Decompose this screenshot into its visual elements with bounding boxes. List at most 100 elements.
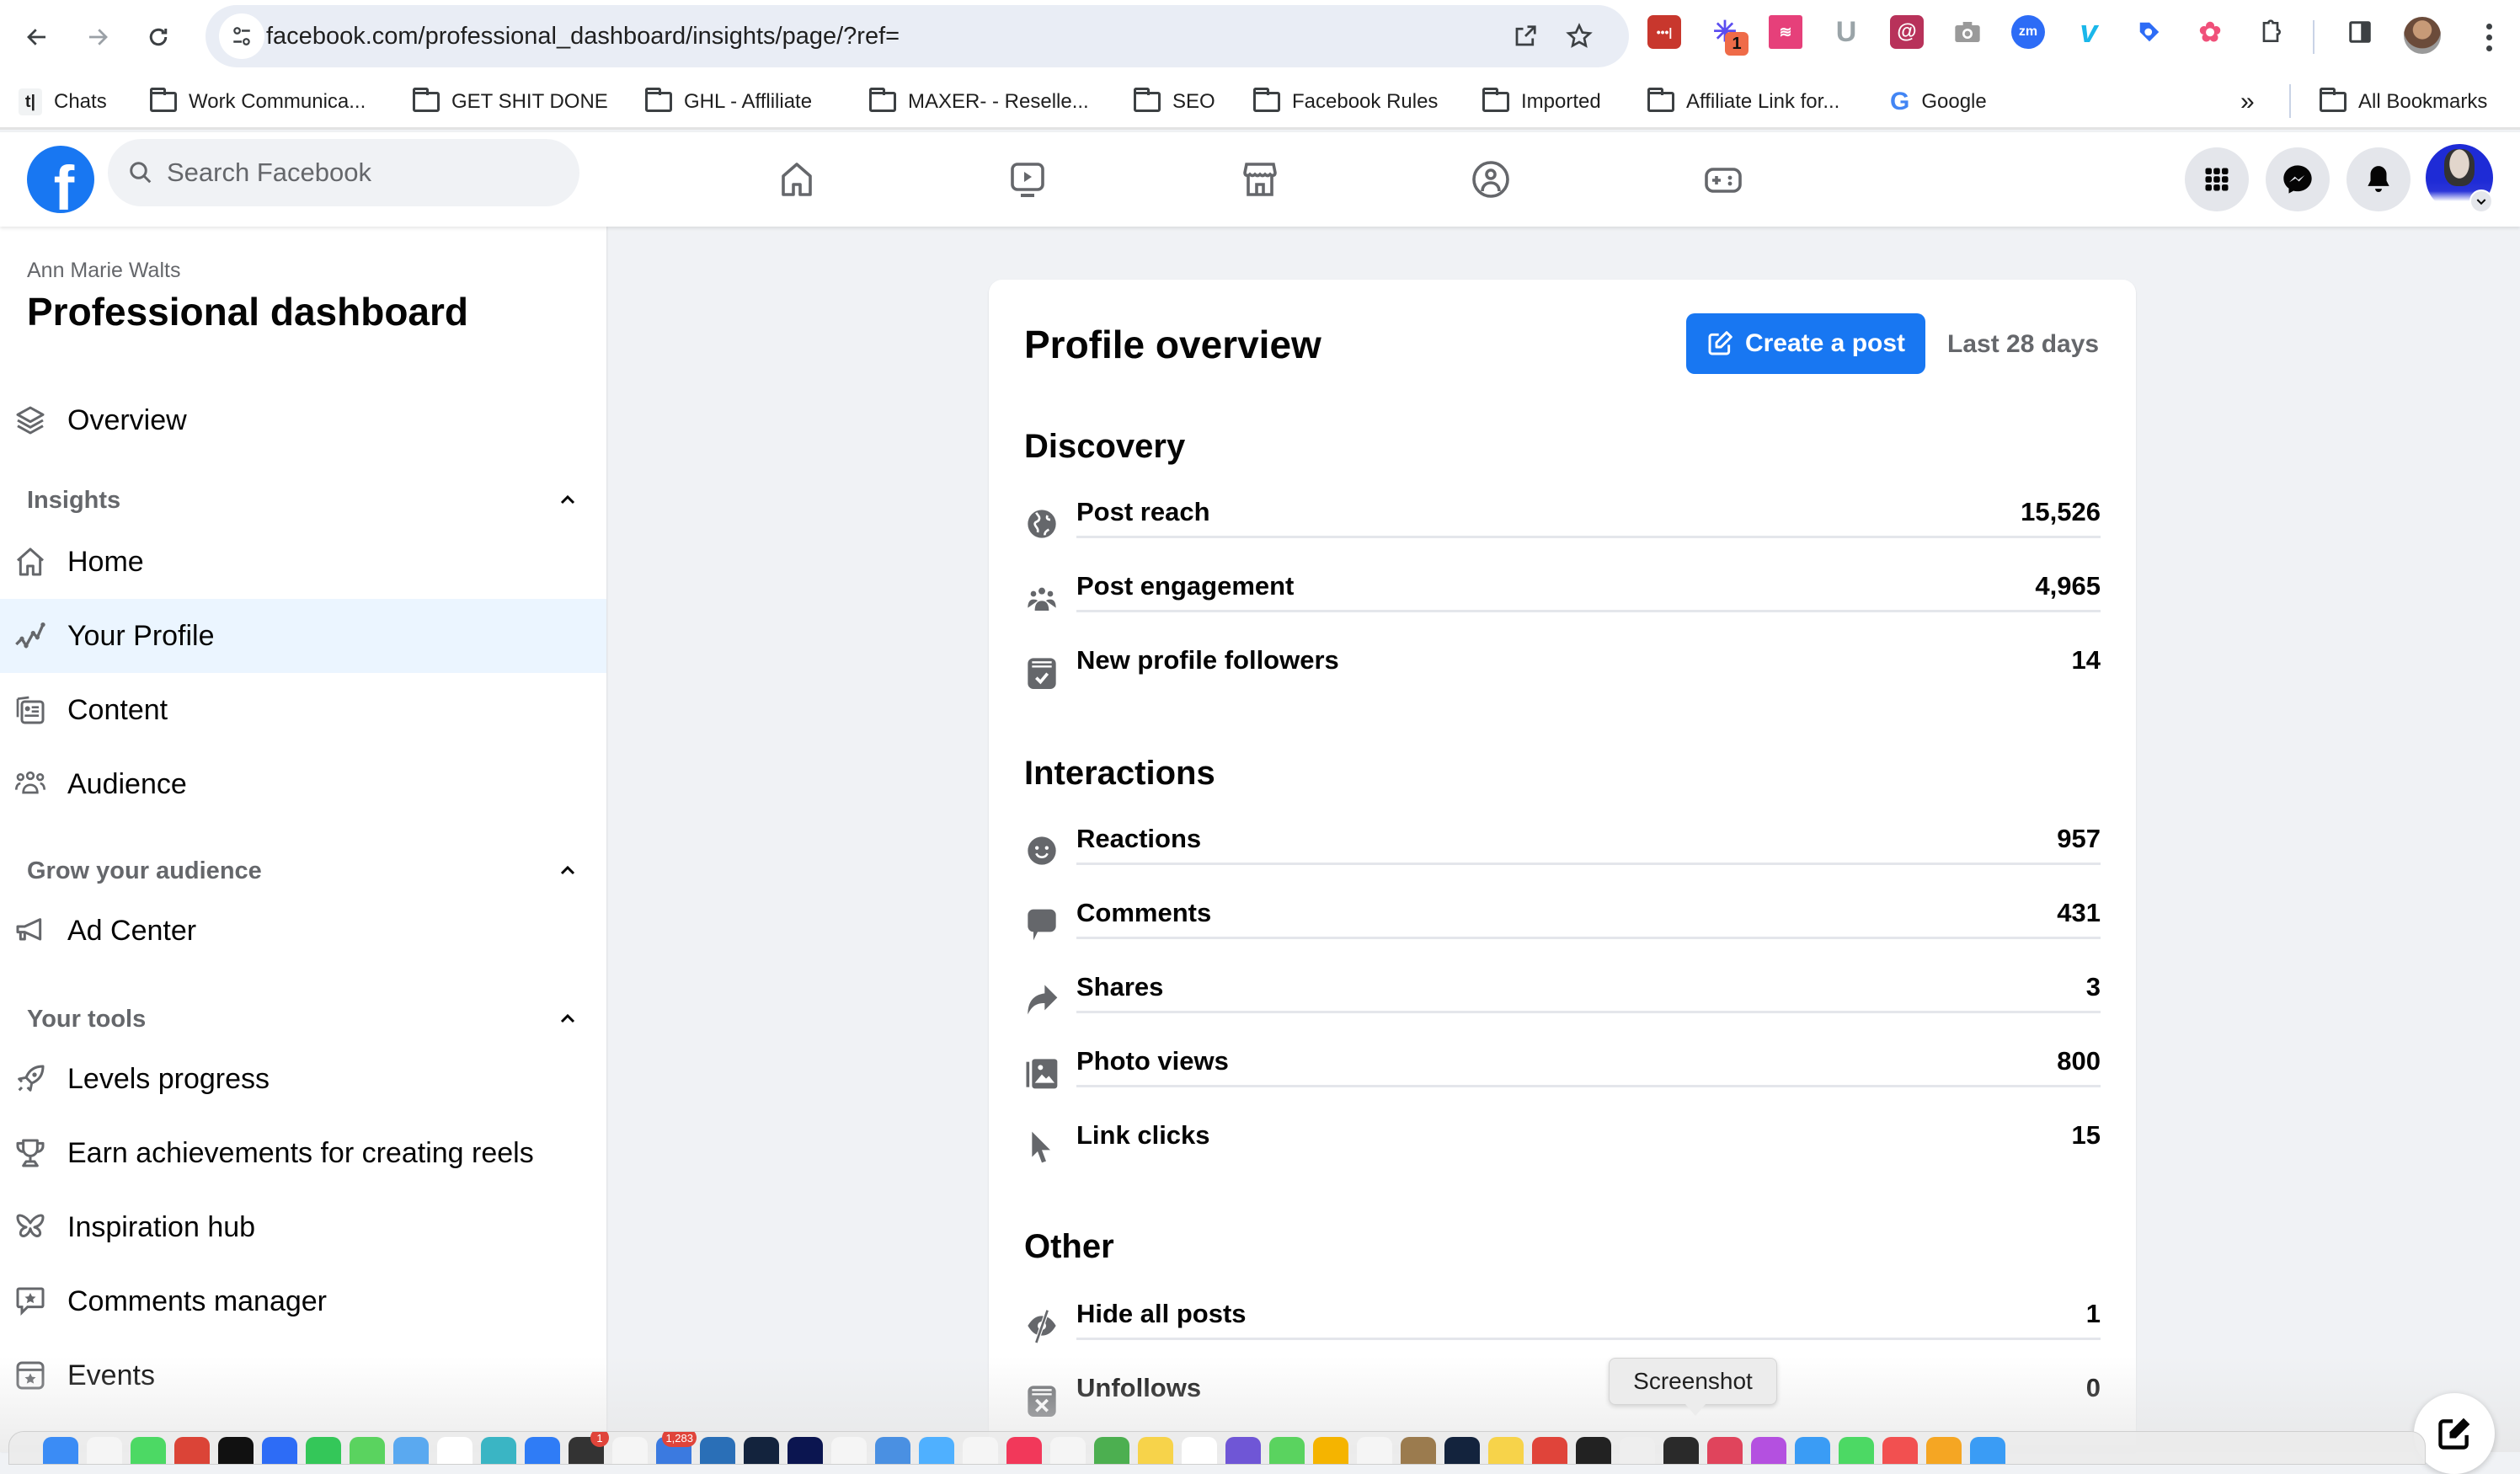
bookmark-folder[interactable]: Facebook Rules [1253,86,1438,118]
messenger-button[interactable] [2266,147,2330,211]
dock-app-terminal[interactable] [1576,1437,1611,1464]
sidebar-item-content[interactable]: Content [0,673,606,747]
bookmark-folder[interactable]: GET SHIT DONE [413,86,608,118]
chevron-up-icon[interactable] [556,1007,579,1031]
url-text[interactable]: facebook.com/professional_dashboard/insi… [266,5,900,67]
nav-marketplace[interactable] [1209,152,1311,206]
nav-groups[interactable] [1440,152,1541,206]
back-button[interactable] [15,15,59,59]
extensions-menu-button[interactable] [2254,15,2288,49]
reload-button[interactable] [136,15,180,59]
bookmarks-overflow-button[interactable]: » [2240,86,2255,118]
dock-app-capture[interactable] [1620,1437,1655,1464]
forward-button[interactable] [76,15,120,59]
flag-extension[interactable]: ≋ [1769,15,1802,49]
side-panel-button[interactable] [2343,15,2377,49]
search-input[interactable] [167,158,537,188]
metric-row[interactable]: Shares 3 [1024,967,2101,1041]
camera-extension[interactable] [1951,15,1984,49]
new-message-button[interactable] [2414,1393,2495,1474]
metric-row[interactable]: Reactions 957 [1024,819,2101,893]
metric-row[interactable]: Photo views 800 [1024,1041,2101,1115]
dock-app-asterisk[interactable] [437,1437,472,1464]
dock-app-safari[interactable] [393,1437,429,1464]
bookmark-folder[interactable]: Work Communica... [150,86,366,118]
chrome-profile-avatar[interactable] [2404,17,2441,54]
dock-app-notes[interactable] [1138,1437,1173,1464]
sidebar-item-ad-center[interactable]: Ad Center [0,894,606,968]
nav-gaming[interactable] [1673,152,1774,206]
dock-app-podcasts[interactable] [1751,1437,1786,1464]
dock-app-mail[interactable]: 1,283 [656,1432,697,1464]
zoom-extension[interactable]: zm [2011,15,2045,49]
dock-app-gmail[interactable] [1488,1437,1524,1464]
bookmark-google[interactable]: G Google [1890,86,1987,118]
metric-row[interactable]: New profile followers 14 [1024,640,2101,714]
vimeo-extension[interactable]: v [2072,14,2106,50]
sidebar-item-levels-progress[interactable]: Levels progress [0,1042,606,1116]
dock-app-sheets[interactable] [1182,1437,1217,1464]
dock-app-launchpad[interactable] [87,1437,122,1464]
lastpass-extension[interactable]: •••| [1647,15,1681,49]
sidebar-item-home[interactable]: Home [0,525,606,599]
dock-app-downloads[interactable] [1050,1437,1086,1464]
bookmark-folder[interactable]: MAXER- - Reselle... [869,86,1089,118]
create-post-button[interactable]: Create a post [1686,313,1925,374]
section-header-insights[interactable]: Insights [27,479,579,521]
dock-app-orange[interactable] [1926,1437,1962,1464]
dock-app-finder[interactable] [43,1437,78,1464]
bookmark-folder[interactable]: Affiliate Link for... [1647,86,1839,118]
sidebar-item-events[interactable]: Events [0,1338,606,1413]
dock-app-white[interactable] [963,1437,998,1464]
nav-video[interactable] [977,152,1078,206]
account-menu-button[interactable] [2469,190,2493,213]
dock-app-maps[interactable] [1094,1437,1129,1464]
section-header-grow-your-audience[interactable]: Grow your audience [27,850,579,892]
dock-app-yellow[interactable] [1313,1437,1348,1464]
chevron-up-icon[interactable] [556,489,579,512]
sidebar-item-comments-manager[interactable]: Comments manager [0,1264,606,1338]
bookmark-folder[interactable]: SEO [1134,86,1215,118]
asterisk-extension[interactable]: ✳ 1 [1708,15,1749,56]
chevron-up-icon[interactable] [556,859,579,883]
dock-app-files[interactable] [875,1437,910,1464]
dock-app-photos[interactable] [1006,1437,1042,1464]
dock-app-appstore[interactable] [1795,1437,1830,1464]
dock-app-dark[interactable] [744,1437,779,1464]
dock-app-zoom[interactable] [262,1437,297,1464]
bookmark-folder[interactable]: GHL - Affliliate [645,86,812,118]
bookmark-all-bookmarks[interactable]: All Bookmarks [2320,86,2487,118]
dock-app-dark2[interactable] [1663,1437,1699,1464]
metric-row[interactable]: Comments 431 [1024,893,2101,967]
date-range-label[interactable]: Last 28 days [1947,330,2099,359]
dock-app-notion[interactable] [218,1437,254,1464]
dock-app-chrome[interactable] [174,1437,210,1464]
dock-app-messages[interactable] [131,1437,166,1464]
dock-app-blue[interactable] [919,1437,954,1464]
dock-app-red[interactable] [1707,1437,1743,1464]
dock-app-outlook[interactable] [700,1437,735,1464]
search-box[interactable] [108,139,579,206]
metric-row[interactable]: Hide all posts 1 [1024,1294,2101,1368]
metric-row[interactable]: Post engagement 4,965 [1024,566,2101,640]
menu-button[interactable] [2185,147,2249,211]
bookmark-folder[interactable]: Imported [1482,86,1601,118]
sidebar-item-earn-achievements[interactable]: Earn achievements for creating reels [0,1116,606,1190]
chrome-menu-button[interactable] [2476,15,2501,59]
nav-home[interactable] [746,152,847,206]
dock-app-navy[interactable] [788,1437,823,1464]
dock-app-screenshot[interactable] [1357,1437,1392,1464]
bookmark-star-button[interactable] [1562,19,1597,54]
dock-app-news[interactable] [1882,1437,1918,1464]
u-extension[interactable]: U [1829,15,1863,49]
dock-app-docs[interactable] [525,1437,560,1464]
dock-app-signature[interactable] [612,1437,648,1464]
open-in-app-button[interactable] [1508,19,1543,54]
at-extension[interactable]: @ [1890,15,1924,49]
dock-app-pen[interactable] [831,1437,867,1464]
sidebar-item-your-profile[interactable]: Your Profile [0,599,606,673]
dock-app-green[interactable] [1269,1437,1305,1464]
metric-row[interactable]: Post reach 15,526 [1024,492,2101,566]
metric-row[interactable]: Link clicks 15 [1024,1115,2101,1189]
address-bar[interactable]: facebook.com/professional_dashboard/insi… [206,5,1629,67]
